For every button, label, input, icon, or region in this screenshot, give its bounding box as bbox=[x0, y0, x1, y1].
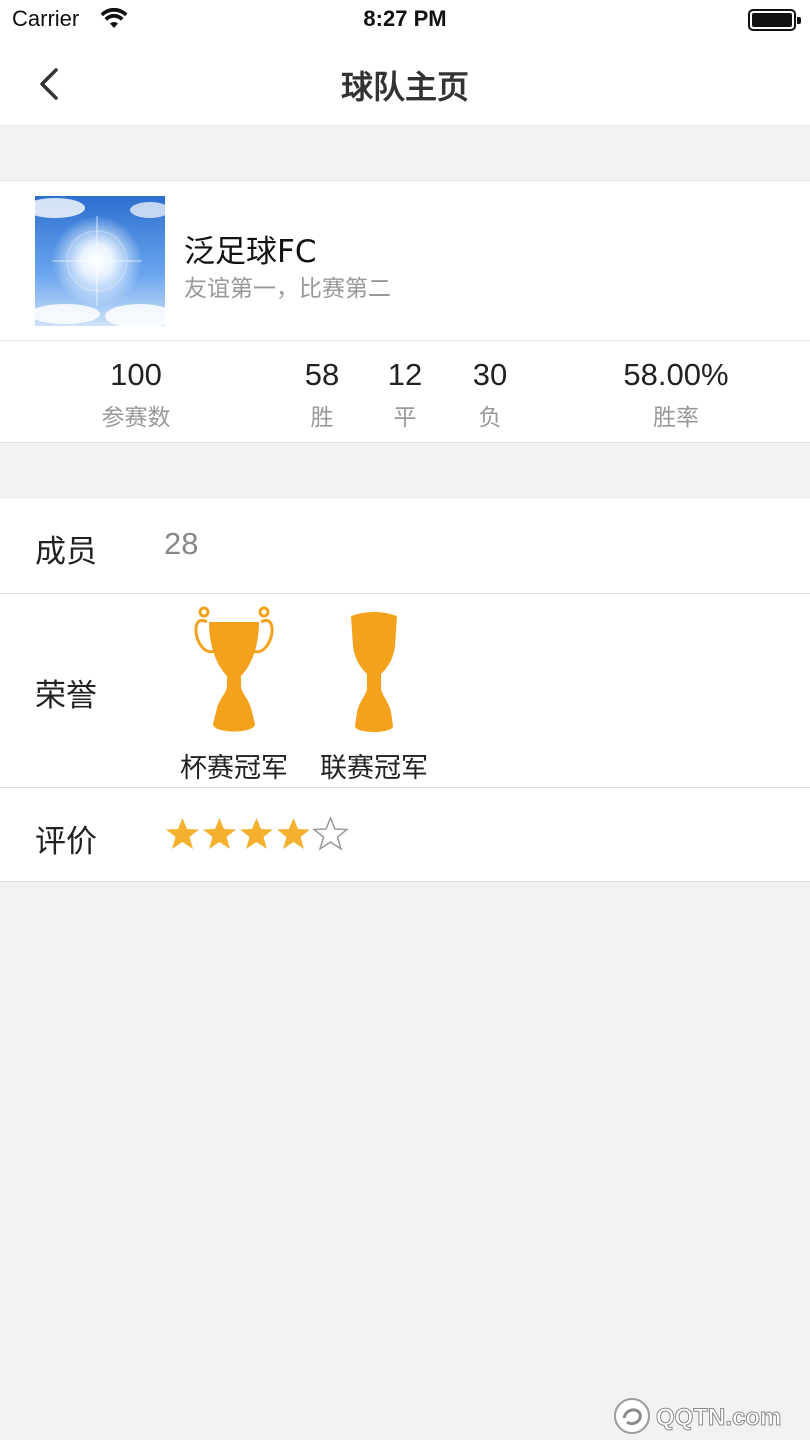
clock: 8:27 PM bbox=[363, 6, 447, 31]
svg-text:QQTN.com: QQTN.com bbox=[656, 1404, 781, 1431]
rating-label: 评价 bbox=[35, 824, 97, 860]
rating-stars bbox=[164, 816, 349, 853]
honors-label: 荣誉 bbox=[35, 678, 97, 714]
members-count: 28 bbox=[164, 526, 199, 561]
status-bar: Carrier 8:27 PM bbox=[0, 0, 810, 40]
members-label: 成员 bbox=[35, 534, 97, 570]
divider bbox=[0, 593, 810, 594]
star-filled-icon bbox=[166, 818, 199, 849]
stat-win-rate: 58.00% 胜率 bbox=[596, 356, 756, 432]
stat-losses: 30 负 bbox=[410, 356, 570, 432]
team-info-list: 成员 28 荣誉 杯赛冠军 联赛冠军 评价 bbox=[0, 497, 810, 882]
honor-cup-champion: 杯赛冠军 bbox=[170, 604, 298, 785]
team-logo bbox=[35, 196, 165, 326]
stat-value: 58.00% bbox=[623, 357, 729, 392]
cup-trophy-icon bbox=[194, 606, 274, 732]
divider bbox=[0, 787, 810, 788]
league-trophy-icon bbox=[351, 612, 397, 732]
team-card: 泛足球FC 友谊第一，比赛第二 100 参赛数 58 胜 12 平 30 负 5… bbox=[0, 180, 810, 443]
stat-label: 胜率 bbox=[653, 405, 699, 431]
stat-value: 100 bbox=[110, 357, 162, 392]
star-filled-icon bbox=[240, 818, 273, 849]
stat-matches: 100 参赛数 bbox=[56, 356, 216, 432]
nav-bar: 球队主页 bbox=[0, 40, 810, 126]
star-filled-icon bbox=[277, 818, 310, 849]
star-empty-icon bbox=[312, 816, 349, 851]
stat-value: 30 bbox=[472, 357, 508, 392]
watermark-logo: QQTN.com bbox=[614, 1398, 782, 1434]
divider bbox=[0, 340, 810, 341]
honor-league-champion: 联赛冠军 bbox=[312, 604, 436, 785]
battery-icon bbox=[748, 9, 801, 31]
page-title: 球队主页 bbox=[340, 68, 469, 106]
honor-caption: 联赛冠军 bbox=[320, 753, 428, 784]
stat-label: 负 bbox=[478, 405, 502, 431]
team-slogan: 友谊第一，比赛第二 bbox=[184, 276, 391, 302]
honor-caption: 杯赛冠军 bbox=[180, 753, 288, 784]
star-filled-icon bbox=[203, 818, 236, 849]
team-name: 泛足球FC bbox=[184, 234, 317, 270]
stat-label: 参赛数 bbox=[101, 405, 171, 431]
